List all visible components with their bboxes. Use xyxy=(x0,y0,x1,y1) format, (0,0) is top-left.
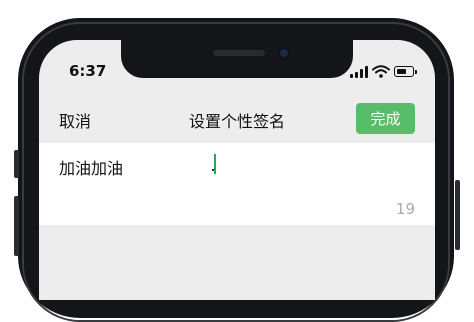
speaker-grille xyxy=(213,50,265,56)
text-cursor xyxy=(214,154,216,174)
signal-icon xyxy=(350,66,368,78)
nav-bar: 取消 设置个性签名 完成 xyxy=(39,100,435,146)
battery-icon xyxy=(394,66,414,77)
done-button[interactable]: 完成 xyxy=(356,103,415,134)
notch xyxy=(121,40,353,78)
front-camera xyxy=(277,46,291,60)
screen: 6:37 取消 设置个性签名 完成 加油加油 19 xyxy=(39,40,435,300)
signature-input[interactable]: 加油加油 xyxy=(59,155,123,179)
power-button xyxy=(455,180,460,250)
status-time: 6:37 xyxy=(69,62,107,80)
battery-tip xyxy=(415,70,417,74)
remaining-char-counter: 19 xyxy=(395,200,415,218)
signature-card[interactable]: 加油加油 19 xyxy=(39,143,435,225)
silent-switch xyxy=(14,150,19,178)
wifi-icon xyxy=(372,65,390,78)
volume-button xyxy=(14,196,19,256)
battery-level xyxy=(396,68,406,74)
